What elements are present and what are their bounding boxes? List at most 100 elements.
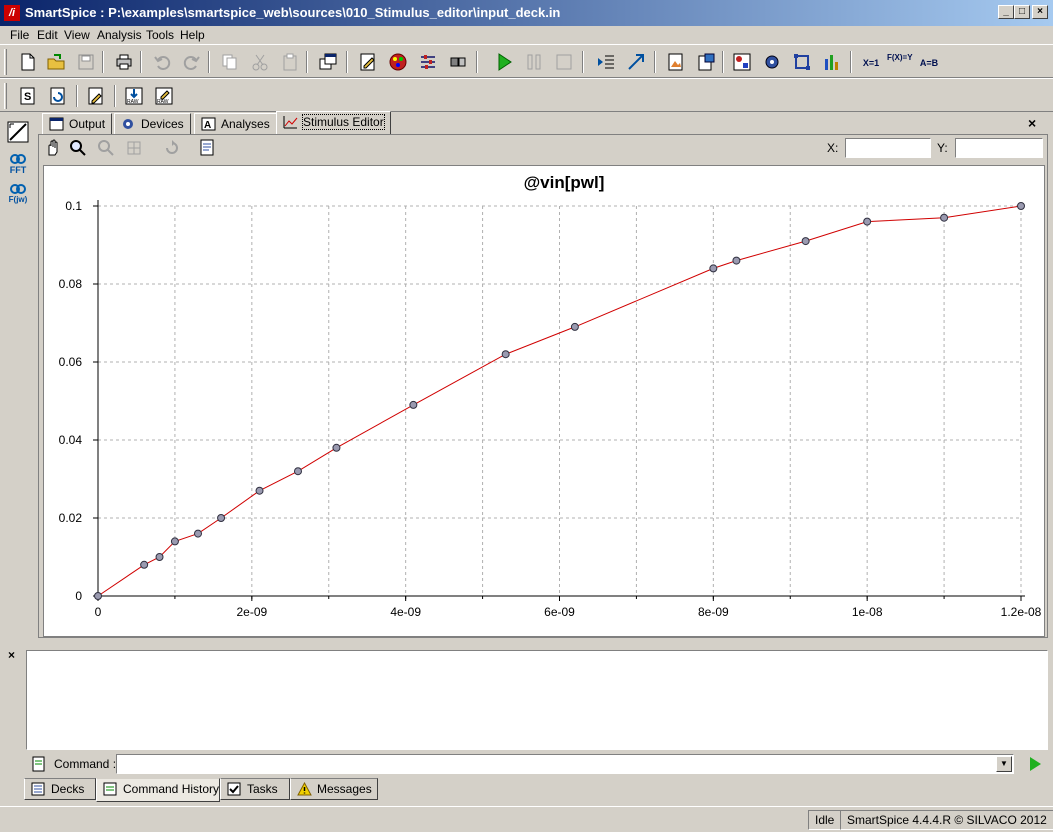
data-point[interactable] xyxy=(409,400,418,409)
paste-button[interactable] xyxy=(278,50,302,74)
command-output-area[interactable] xyxy=(26,650,1048,750)
command-history-icon xyxy=(103,782,117,802)
sliders-icon xyxy=(419,53,437,71)
script-button[interactable]: S xyxy=(16,84,40,108)
refresh-script-button[interactable] xyxy=(46,84,70,108)
y-tick-label: 0.02 xyxy=(59,511,83,525)
fit-button[interactable] xyxy=(125,139,145,157)
play-icon xyxy=(495,53,513,71)
assign-x-button[interactable]: X=1 xyxy=(858,50,884,74)
fjw-button[interactable]: F(jw) xyxy=(6,183,30,209)
open-file-button[interactable] xyxy=(44,50,68,74)
menu-analysis[interactable]: Analysis xyxy=(97,28,142,42)
image-button[interactable] xyxy=(664,50,688,74)
stimulus-edit-button[interactable] xyxy=(6,121,30,147)
data-point[interactable] xyxy=(217,514,226,522)
tab-analyses[interactable]: A Analyses xyxy=(194,113,277,135)
assign-ab-button[interactable]: A=B xyxy=(916,50,942,74)
tab-devices-label: Devices xyxy=(141,117,184,131)
maximize-button[interactable]: □ xyxy=(1014,5,1030,19)
secondary-toolbar: S RAW RAW xyxy=(0,78,1053,112)
stimulus-chart[interactable]: @vin[pwl] 0 2e-09 4e-09 6e-09 8e-09 1e-08 1.2e… xyxy=(44,166,1044,636)
reset-view-button[interactable] xyxy=(163,139,183,157)
data-point[interactable] xyxy=(501,350,510,359)
load-raw-button[interactable]: RAW xyxy=(122,84,146,108)
windows-button[interactable] xyxy=(316,50,340,74)
save-button[interactable] xyxy=(74,50,98,74)
export-button[interactable] xyxy=(694,50,718,74)
color-settings-button[interactable] xyxy=(386,50,410,74)
data-point[interactable] xyxy=(140,560,149,569)
pause-button[interactable] xyxy=(522,50,546,74)
data-point[interactable] xyxy=(732,256,741,265)
menu-tools[interactable]: Tools xyxy=(146,28,174,42)
tab-messages[interactable]: Messages xyxy=(290,778,378,800)
data-point[interactable] xyxy=(332,443,341,452)
zoom-tool-button[interactable] xyxy=(69,139,89,157)
copy-button[interactable] xyxy=(218,50,242,74)
data-point[interactable] xyxy=(293,467,302,476)
y-coord-field[interactable] xyxy=(955,138,1043,158)
data-point[interactable] xyxy=(193,529,202,538)
status-bar: Idle SmartSpice 4.4.4.R © SILVACO 2012 xyxy=(0,806,1053,832)
menu-edit[interactable]: Edit xyxy=(37,28,58,42)
tab-command-history[interactable]: Command History xyxy=(96,778,220,802)
tab-devices[interactable]: Devices xyxy=(114,113,191,135)
data-point[interactable] xyxy=(1017,202,1025,210)
data-point[interactable] xyxy=(155,553,164,561)
data-point[interactable] xyxy=(170,537,179,546)
data-point[interactable] xyxy=(255,486,264,495)
data-point[interactable] xyxy=(570,322,579,331)
new-file-button[interactable] xyxy=(16,50,40,74)
settings-button[interactable] xyxy=(760,50,784,74)
x-coord-field[interactable] xyxy=(845,138,931,158)
stop-button[interactable] xyxy=(552,50,576,74)
expand-button[interactable] xyxy=(624,50,648,74)
data-point[interactable] xyxy=(863,217,872,226)
close-window-button[interactable]: × xyxy=(1032,5,1048,19)
redo-button[interactable] xyxy=(180,50,204,74)
cut-button[interactable] xyxy=(248,50,272,74)
command-input[interactable] xyxy=(116,754,1014,774)
data-point[interactable] xyxy=(940,213,949,222)
warning-icon xyxy=(297,781,312,802)
connect-button[interactable] xyxy=(446,50,470,74)
paste-clipboard-icon xyxy=(281,53,299,71)
data-point[interactable] xyxy=(94,592,102,600)
tab-decks[interactable]: Decks xyxy=(24,778,96,800)
tab-stimulus-editor[interactable]: Stimulus Editor xyxy=(276,111,391,135)
command-dropdown-button[interactable]: ▼ xyxy=(996,756,1012,772)
components-button[interactable] xyxy=(730,50,754,74)
zoom-out-button[interactable] xyxy=(97,139,117,157)
tab-tasks[interactable]: Tasks xyxy=(220,778,290,800)
options-button[interactable] xyxy=(416,50,440,74)
run-button[interactable] xyxy=(492,50,516,74)
svg-text:RAW: RAW xyxy=(127,99,139,105)
toolbar-grip[interactable] xyxy=(4,83,7,109)
tab-output[interactable]: Output xyxy=(42,113,113,135)
edit-netlist-button[interactable] xyxy=(84,84,108,108)
color-palette-icon xyxy=(389,53,407,71)
list-button[interactable] xyxy=(594,50,618,74)
data-point[interactable] xyxy=(709,264,718,273)
edit-deck-button[interactable] xyxy=(356,50,380,74)
close-tab-button[interactable]: × xyxy=(1028,115,1036,131)
toolbar-grip[interactable] xyxy=(4,49,7,75)
pan-tool-button[interactable] xyxy=(43,139,63,157)
properties-button[interactable] xyxy=(199,139,219,157)
select-area-button[interactable] xyxy=(790,50,814,74)
menu-help[interactable]: Help xyxy=(180,28,205,42)
edit-raw-button[interactable]: RAW xyxy=(152,84,176,108)
fft-button[interactable]: FFT xyxy=(6,153,30,179)
menu-file[interactable]: File xyxy=(10,28,29,42)
print-button[interactable] xyxy=(112,50,136,74)
bar-chart-button[interactable] xyxy=(820,50,844,74)
execute-command-button[interactable] xyxy=(1028,756,1042,775)
menu-view[interactable]: View xyxy=(64,28,90,42)
function-button[interactable]: F(X)=Y xyxy=(886,50,913,74)
undo-icon xyxy=(153,53,171,71)
minimize-button[interactable]: _ xyxy=(998,5,1014,19)
undo-button[interactable] xyxy=(150,50,174,74)
data-point[interactable] xyxy=(801,237,810,246)
chart-area[interactable]: @vin[pwl] 0 2e-09 4e-09 6e-09 8e-09 1e-08 1.2e… xyxy=(43,165,1045,637)
